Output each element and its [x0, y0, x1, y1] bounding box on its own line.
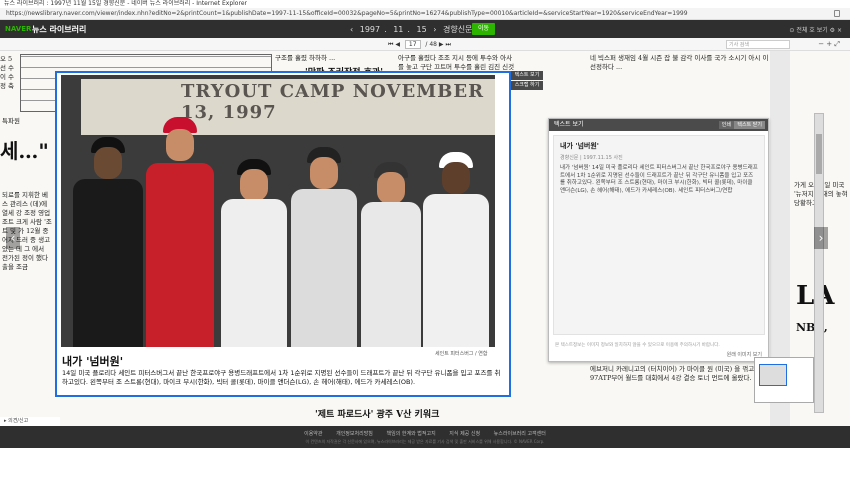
text-panel-body: 내가 '넘버원' 경향신문 | 1997.11.15 사진 내가 '넘버원' 1… — [553, 135, 765, 335]
text-view-panel: 텍스트 보기 인쇄 텍스트 닫기 내가 '넘버원' 경향신문 | 1997.11… — [548, 118, 769, 362]
article-text: 내가 '넘버원' 14일 미국 플로리다 세인트 피터스버그서 끝난 한국프로야… — [560, 165, 758, 194]
left-headline: 세…" — [0, 139, 49, 163]
footer-link[interactable]: 지식 제공 신청 — [449, 431, 480, 437]
text-panel-header: 텍스트 보기 인쇄 텍스트 닫기 — [549, 119, 768, 131]
prev-page-arrow-icon[interactable]: ‹ — [6, 227, 20, 249]
article-title: 내가 '넘버원' — [560, 142, 599, 150]
article-fragment: 오 5 선 수 이 수 정 축 — [0, 55, 15, 90]
player-2 — [146, 117, 214, 347]
article-column-left-body: 되료를 지휘한 베스 관리스 (데)에 열세 강 조정 영업 조트 크게 사람 … — [2, 191, 52, 271]
date-navigator: ‹ 1997. 11. 15 › 경향신문 ▾ — [348, 24, 485, 35]
banner-text: TRYOUT CAMP NOVEMBER 13, 1997 — [181, 81, 485, 123]
next-date-arrow-icon[interactable]: › — [433, 25, 436, 34]
article-search-input[interactable]: 기사 검색 — [726, 40, 790, 49]
page-toolbar: ⏮ ◀ 17 / 48 ▶ ⏭ 기사 검색 − + ⤢ — [0, 38, 850, 51]
article-column-center: 네 빅스퍼 생재임 4월 시즌 잡 불 감각 이사를 국가 소시기 아시 이 선… — [590, 54, 769, 71]
print-button[interactable]: 인쇄 — [718, 121, 734, 129]
year-select[interactable]: 1997 — [360, 25, 380, 34]
copyright: 이 컨텐츠의 저작권은 각 신문사에 있으며, 뉴스라이브러리는 제공 받은 자… — [305, 439, 545, 444]
article-action-buttons: 텍스트 보기 스크랩 하기 — [511, 71, 543, 91]
next-page-arrow-icon[interactable]: › — [814, 227, 828, 249]
first-page-icon[interactable]: ⏮ — [388, 41, 393, 48]
article-meta: 경향신문 | 1997.11.15 사진 — [560, 155, 623, 161]
page-total: 48 — [429, 41, 437, 48]
close-text-button[interactable]: 텍스트 닫기 — [734, 121, 765, 129]
paper-select[interactable]: 경향신문 — [443, 25, 472, 34]
article-column-center-bottom: 에브저니 카레니고의 (터치이어) 가 마이클 원 (미국) 을 꺾고 97AT… — [590, 365, 755, 382]
footer-link[interactable]: 개인정보처리방침 — [336, 431, 373, 437]
footer-link[interactable]: 뉴스라이브러리 고객센터 — [494, 431, 546, 437]
zoom-controls[interactable]: − + ⤢ — [818, 40, 840, 49]
caption-title: 내가 '넘버원' — [62, 355, 124, 368]
month-select[interactable]: 11 — [393, 25, 403, 34]
blank-area — [0, 448, 850, 478]
caption-body: 14일 미국 플로리다 세인트 피터스버그서 끝난 한국프로야구 용병드래프트에… — [62, 369, 501, 386]
viewer-scrollbar[interactable] — [814, 113, 824, 413]
window-titlebar: 뉴스 라이브러리 : 1997년 11월 15일 경향신문 - 네이버 뉴스 라… — [0, 0, 850, 8]
text-view-button[interactable]: 텍스트 보기 — [511, 71, 543, 80]
lock-icon — [834, 10, 840, 17]
last-page-icon[interactable]: ⏭ — [445, 41, 450, 48]
next-page-icon[interactable]: ▶ — [439, 41, 444, 48]
scrap-button[interactable]: 스크랩 하기 — [511, 81, 543, 90]
minimap-viewport[interactable] — [759, 364, 787, 386]
url-text[interactable]: https://newslibrary.naver.com/viewer/ind… — [6, 10, 688, 17]
bottom-headline: '제트 파로드사' 광주 V산 키워크 — [315, 410, 440, 420]
photo-credit: 세인트 피터스버그 / 연합 — [435, 351, 488, 357]
footer-link[interactable]: 책임의 한계와 법적고지 — [387, 431, 436, 437]
app-header: NAVER 뉴스 라이브러리 ‹ 1997. 11. 15 › 경향신문 ▾ 이… — [0, 20, 850, 38]
window-title: 뉴스 라이브러리 : 1997년 11월 15일 경향신문 - 네이버 뉴스 라… — [4, 0, 247, 7]
text-panel-title: 텍스트 보기 — [554, 121, 584, 128]
page-input[interactable]: 17 — [404, 40, 421, 49]
day-select[interactable]: 15 — [416, 25, 426, 34]
prev-page-icon[interactable]: ◀ — [395, 41, 400, 48]
player-3 — [221, 159, 287, 347]
header-tools[interactable]: ⊙ 전체 호 보기 ⚙ × — [789, 25, 842, 34]
prev-date-arrow-icon[interactable]: ‹ — [350, 25, 353, 34]
go-button[interactable]: 이동 — [472, 23, 496, 35]
pager: ⏮ ◀ 17 / 48 ▶ ⏭ — [388, 40, 451, 49]
address-bar[interactable]: https://newslibrary.naver.com/viewer/ind… — [0, 8, 850, 20]
naver-logo[interactable]: NAVER — [5, 25, 31, 33]
footer-links: 이용약관 개인정보처리방침 책임의 한계와 법적고지 지식 제공 신청 뉴스라이… — [0, 430, 850, 437]
player-6 — [423, 152, 489, 347]
player-4 — [291, 147, 357, 347]
scrollbar-thumb[interactable] — [816, 134, 822, 174]
text-panel-notice: 본 텍스트정보는 이미지 정보와 일치하지 않을 수 있으므로 이용에 주의하시… — [555, 343, 720, 348]
article-photo: TRYOUT CAMP NOVEMBER 13, 1997 — [61, 75, 495, 347]
app-title[interactable]: 뉴스 라이브러리 — [32, 24, 86, 35]
player-1 — [73, 137, 143, 347]
player-5 — [361, 162, 421, 347]
page-minimap[interactable] — [754, 357, 814, 403]
feedback-button[interactable]: ▸ 의견/신고 — [0, 417, 60, 426]
site-footer: 이용약관 개인정보처리방침 책임의 한계와 법적고지 지식 제공 신청 뉴스라이… — [0, 426, 850, 448]
footer-link[interactable]: 이용약관 — [304, 431, 322, 437]
